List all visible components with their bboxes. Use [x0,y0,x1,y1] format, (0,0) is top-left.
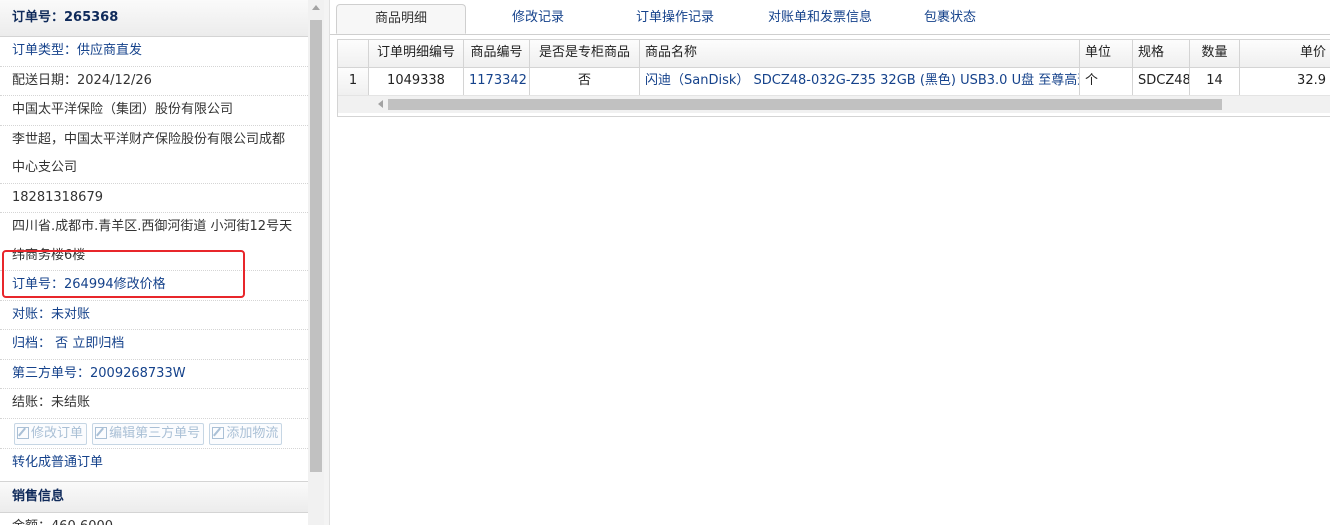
tab-modification-log[interactable]: 修改记录 [480,4,596,34]
quantity-cell: 14 [1190,68,1240,95]
scroll-up-arrow-icon[interactable] [312,5,320,10]
detail-tabs: 商品明细 修改记录 订单操作记录 对账单和发票信息 包裹状态 [330,0,1330,35]
tab-package-status[interactable]: 包裹状态 [900,4,1000,34]
order-number-header: 订单号：265368 [0,0,308,37]
grid-header: 订单明细编号 商品编号 是否是专柜商品 商品名称 单位 规格 数量 单价 [338,40,1330,68]
row-number-header [338,40,369,67]
archive-now-link[interactable]: 立即归档 [72,336,124,351]
unit-cell: 个 [1080,68,1133,95]
column-header[interactable]: 规格 [1133,40,1190,67]
scrollbar-thumb[interactable] [388,99,1222,110]
highlight-annotation-box [2,250,245,298]
edit-order-button[interactable]: 修改订单 [14,422,88,445]
tab-order-operation-log[interactable]: 订单操作记录 [610,4,740,34]
product-number-link[interactable]: 1173342 [464,68,530,95]
delivery-date: 配送日期：2024/12/26 [0,67,308,96]
column-header[interactable]: 商品名称 [640,40,1080,67]
archive-row: 归档： 否 立即归档 [0,330,308,360]
phone: 18281318679 [0,184,308,213]
product-name-link[interactable]: 闪迪（SanDisk） SDCZ48-032G-Z35 32GB (黑色) US… [640,68,1080,95]
edit-order-label: 修改订单 [31,425,84,441]
action-buttons: 修改订单 编辑第三方单号 添加物流 [0,419,308,449]
price-cell: 32.9 [1297,73,1326,88]
edit-icon [17,426,29,439]
scrollbar-thumb[interactable] [310,20,322,472]
tab-statement-invoice[interactable]: 对账单和发票信息 [745,4,895,34]
edit-icon [212,426,225,439]
grid-horizontal-scrollbar[interactable] [338,96,1330,113]
add-logistics-button[interactable]: 添加物流 [209,422,283,445]
amount: 金额：460.6000 [0,513,308,525]
sales-info-section-title: 销售信息 [0,481,308,513]
contact-line-1: 李世超，中国太平洋财产保险股份有限公司成都 [12,131,286,147]
archive-value: 否 [55,336,69,351]
address-line-1: 四川省.成都市.青羊区.西御河街道 小河街12号天 [12,219,293,234]
column-header[interactable]: 商品编号 [464,40,530,67]
panel-splitter[interactable] [324,0,330,525]
contact-line-2: 中心支公司 [0,154,308,184]
customer-company: 中国太平洋保险（集团）股份有限公司 [0,96,308,126]
left-panel-scrollbar[interactable] [308,0,324,525]
settle-status: 结账：未结账 [0,389,308,419]
convert-normal-order-link[interactable]: 转化成普通订单 [0,449,308,478]
spec-cell: SDCZ48 [1133,68,1190,95]
reconcile-status: 对账：未对账 [0,301,308,330]
archive-label: 归档： [12,336,52,351]
edit-third-party-label: 编辑第三方单号 [109,425,201,441]
column-header[interactable]: 单价 [1240,40,1330,67]
column-header[interactable]: 单位 [1080,40,1133,67]
row-number: 1 [338,68,369,95]
column-header[interactable]: 订单明细编号 [369,40,464,67]
edit-icon [95,426,108,439]
column-header[interactable]: 是否是专柜商品 [530,40,640,67]
detail-number-cell: 1049338 [369,68,464,95]
table-row[interactable]: 1 1049338 1173342 否 闪迪（SanDisk） SDCZ48-0… [338,68,1330,96]
add-logistics-label: 添加物流 [226,425,279,441]
scroll-left-arrow-icon[interactable] [378,100,383,108]
order-type: 订单类型：供应商直发 [0,37,308,67]
edit-third-party-button[interactable]: 编辑第三方单号 [92,422,205,445]
order-info-panel: 订单号：265368 订单类型：供应商直发 配送日期：2024/12/26 中国… [0,0,309,525]
product-grid: 订单明细编号 商品编号 是否是专柜商品 商品名称 单位 规格 数量 单价 1 1… [337,39,1330,117]
is-counter-cell: 否 [530,68,640,95]
column-header[interactable]: 数量 [1190,40,1240,67]
third-party-number: 第三方单号：2009268733W [0,360,308,389]
tab-product-details[interactable]: 商品明细 [336,4,466,34]
